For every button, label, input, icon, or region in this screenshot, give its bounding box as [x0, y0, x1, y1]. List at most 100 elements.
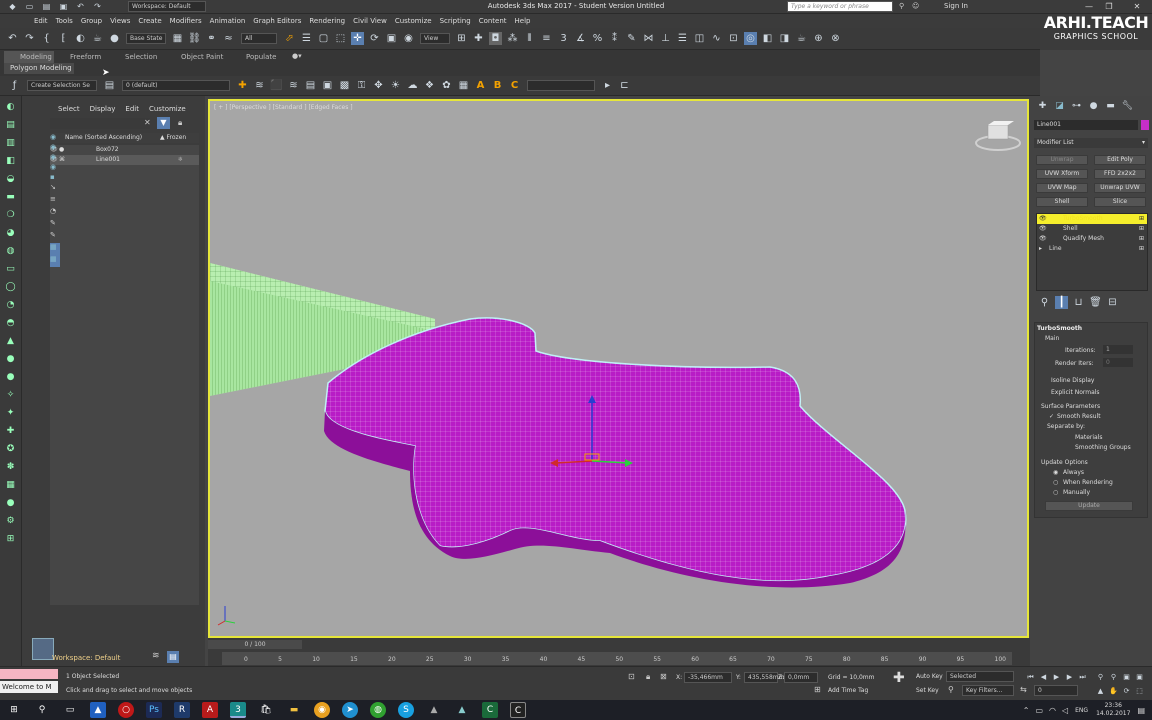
key-filters-button[interactable]: Key Filters...: [962, 685, 1014, 696]
selection-set-dropdown[interactable]: Selected: [946, 671, 1014, 682]
scene-menu-edit[interactable]: Edit: [125, 105, 139, 113]
tab-selection[interactable]: Selection: [125, 53, 157, 61]
render-icon[interactable]: ●: [108, 32, 121, 45]
menu-tools[interactable]: Tools: [56, 17, 73, 25]
graphite-icon-16[interactable]: ●: [4, 370, 18, 384]
modify-tab-icon[interactable]: ◪: [1053, 100, 1066, 113]
always-radio-icon[interactable]: ◉: [1053, 469, 1058, 476]
smoothing-groups-checkbox[interactable]: Smoothing Groups: [1075, 444, 1131, 451]
go-to-end-icon[interactable]: ⏭: [1078, 671, 1087, 684]
key-mode-toggle-icon[interactable]: ⇆: [1020, 685, 1027, 694]
uvw-xform-button[interactable]: UVW Xform: [1036, 169, 1088, 179]
graphite-icon-7[interactable]: ❍: [4, 208, 18, 222]
graphite-icon-9[interactable]: ◍: [4, 244, 18, 258]
search-icon[interactable]: ⚲: [34, 702, 50, 718]
menu-create[interactable]: Create: [138, 17, 161, 25]
modifier-list-dropdown[interactable]: Modifier List ▾: [1034, 138, 1148, 148]
app-chrome-icon[interactable]: ◉: [314, 702, 330, 718]
render-activeshade-icon[interactable]: ⊗: [829, 32, 842, 45]
preset-5-icon[interactable]: ▦: [457, 79, 470, 92]
zoom-extents-icon[interactable]: ▣: [1122, 671, 1131, 684]
key-mode-icon[interactable]: ⚲: [948, 685, 954, 694]
explicit-normals-checkbox[interactable]: Explicit Normals: [1051, 389, 1100, 396]
menu-help[interactable]: Help: [515, 17, 531, 25]
app-camtasia-icon[interactable]: C: [482, 702, 498, 718]
tab-freeform[interactable]: Freeform: [70, 53, 101, 61]
app-telegram-icon[interactable]: ➤: [342, 702, 358, 718]
stack-item-line[interactable]: ▸ Line ⊞: [1037, 244, 1147, 254]
zoom-all-icon[interactable]: ⚲: [1109, 671, 1118, 684]
app-gray-icon[interactable]: ▲: [426, 702, 442, 718]
render-setup-icon[interactable]: ◧: [761, 32, 774, 45]
list-item-selected[interactable]: 👁︎ ⌘ Line001 ❄: [50, 155, 199, 165]
text-c-icon[interactable]: C: [508, 79, 521, 92]
smooth-result-checkbox-icon[interactable]: ✓: [1049, 413, 1054, 420]
redo-icon[interactable]: ↷: [23, 32, 36, 45]
close-icon[interactable]: ✕: [1128, 1, 1146, 13]
y-coord-input[interactable]: 435,558mm: [744, 672, 785, 683]
minimize-icon[interactable]: —: [1080, 1, 1098, 13]
angle-snap-toggle-icon[interactable]: ∡: [574, 32, 587, 45]
spinner-snap-icon[interactable]: ⁑: [608, 32, 621, 45]
rectangular-selection-icon[interactable]: ▢: [317, 32, 330, 45]
display-bones-icon[interactable]: ✎: [50, 219, 60, 231]
edit-named-selection-icon[interactable]: ✎: [625, 32, 638, 45]
menu-scripting[interactable]: Scripting: [440, 17, 471, 25]
notifications-icon[interactable]: ▤: [1137, 706, 1145, 715]
graphite-icon-25[interactable]: ⊞: [4, 532, 18, 546]
tray-wifi-icon[interactable]: ◠: [1049, 706, 1056, 715]
tray-network-icon[interactable]: ▭: [1035, 706, 1043, 715]
selection-filter-dropdown[interactable]: All: [241, 33, 277, 44]
zoom-icon[interactable]: ⚲: [1096, 671, 1105, 684]
display-floater-icon[interactable]: ▩: [338, 79, 351, 92]
select-by-name-icon[interactable]: ☰: [300, 32, 313, 45]
state-sets-icon[interactable]: ▦: [171, 32, 184, 45]
maxscript-mini-listener[interactable]: [0, 669, 58, 679]
app-store-icon[interactable]: 🛍︎: [258, 702, 274, 718]
display-tab-icon[interactable]: ▬: [1104, 100, 1117, 113]
scene-explorer-icon[interactable]: ▤: [167, 651, 179, 663]
app-green-icon[interactable]: ◍: [370, 702, 386, 718]
isoline-display-checkbox[interactable]: Isoline Display: [1051, 377, 1094, 384]
unlink-icon[interactable]: ⁅: [57, 32, 70, 45]
render-iters-spinner[interactable]: 0: [1103, 358, 1133, 367]
display-helpers-icon[interactable]: ▪: [50, 173, 60, 183]
x-coord-input[interactable]: -35,466mm: [684, 672, 732, 683]
tab-populate[interactable]: Populate: [246, 53, 276, 61]
select-object-icon[interactable]: ⬀: [283, 32, 296, 45]
layer-dropdown[interactable]: 0 (default): [122, 80, 230, 91]
display-containers-icon[interactable]: ✎: [50, 231, 60, 243]
lock-icon[interactable]: 🔒︎: [178, 118, 182, 128]
edit-selection-set-icon[interactable]: ƒ: [8, 79, 21, 92]
uvw-map-button[interactable]: UVW Map: [1036, 183, 1088, 193]
create-layer-icon[interactable]: ✚: [236, 79, 249, 92]
list-item[interactable]: 👁︎ ● Box072: [50, 145, 199, 155]
graphite-icon-5[interactable]: ◒: [4, 172, 18, 186]
make-unique-icon[interactable]: ⊔: [1072, 296, 1085, 309]
snaps-toggle-icon[interactable]: ⁂: [506, 32, 519, 45]
utilities-tab-icon[interactable]: 🔧︎: [1121, 100, 1134, 113]
scene-state-icon[interactable]: ☀: [389, 79, 402, 92]
graphite-icon-15[interactable]: ●: [4, 352, 18, 366]
menu-graph-editors[interactable]: Graph Editors: [253, 17, 301, 25]
graphite-icon-1[interactable]: ◐: [4, 100, 18, 114]
isolate-selection-icon[interactable]: ⊡: [628, 672, 635, 681]
clear-search-icon[interactable]: ✕: [144, 118, 151, 127]
menu-rendering[interactable]: Rendering: [309, 17, 345, 25]
column-name-header[interactable]: Name (Sorted Ascending): [65, 134, 142, 141]
stack-options-icon[interactable]: ⊞: [1139, 224, 1144, 234]
app-photoshop-icon[interactable]: Ps: [146, 702, 162, 718]
display-all-icon[interactable]: ▦: [50, 243, 60, 255]
next-frame-icon[interactable]: ▶: [1065, 671, 1074, 684]
pivot-center-icon[interactable]: ⊞: [455, 32, 468, 45]
user-icon[interactable]: ☺: [912, 2, 919, 10]
when-rendering-radio-icon[interactable]: ○: [1053, 479, 1058, 486]
stack-item-turbosmooth[interactable]: 👁︎ TurboSmooth ⊞: [1037, 214, 1147, 224]
eye-icon[interactable]: 👁︎: [1039, 234, 1047, 244]
graphite-icon-14[interactable]: ▲: [4, 334, 18, 348]
current-frame-input[interactable]: 0: [1034, 685, 1078, 696]
align-tool-icon[interactable]: ⊥: [659, 32, 672, 45]
angle-snap-icon[interactable]: 3: [557, 32, 570, 45]
menu-group[interactable]: Group: [81, 17, 102, 25]
time-slider[interactable]: 0 / 100: [208, 640, 302, 649]
